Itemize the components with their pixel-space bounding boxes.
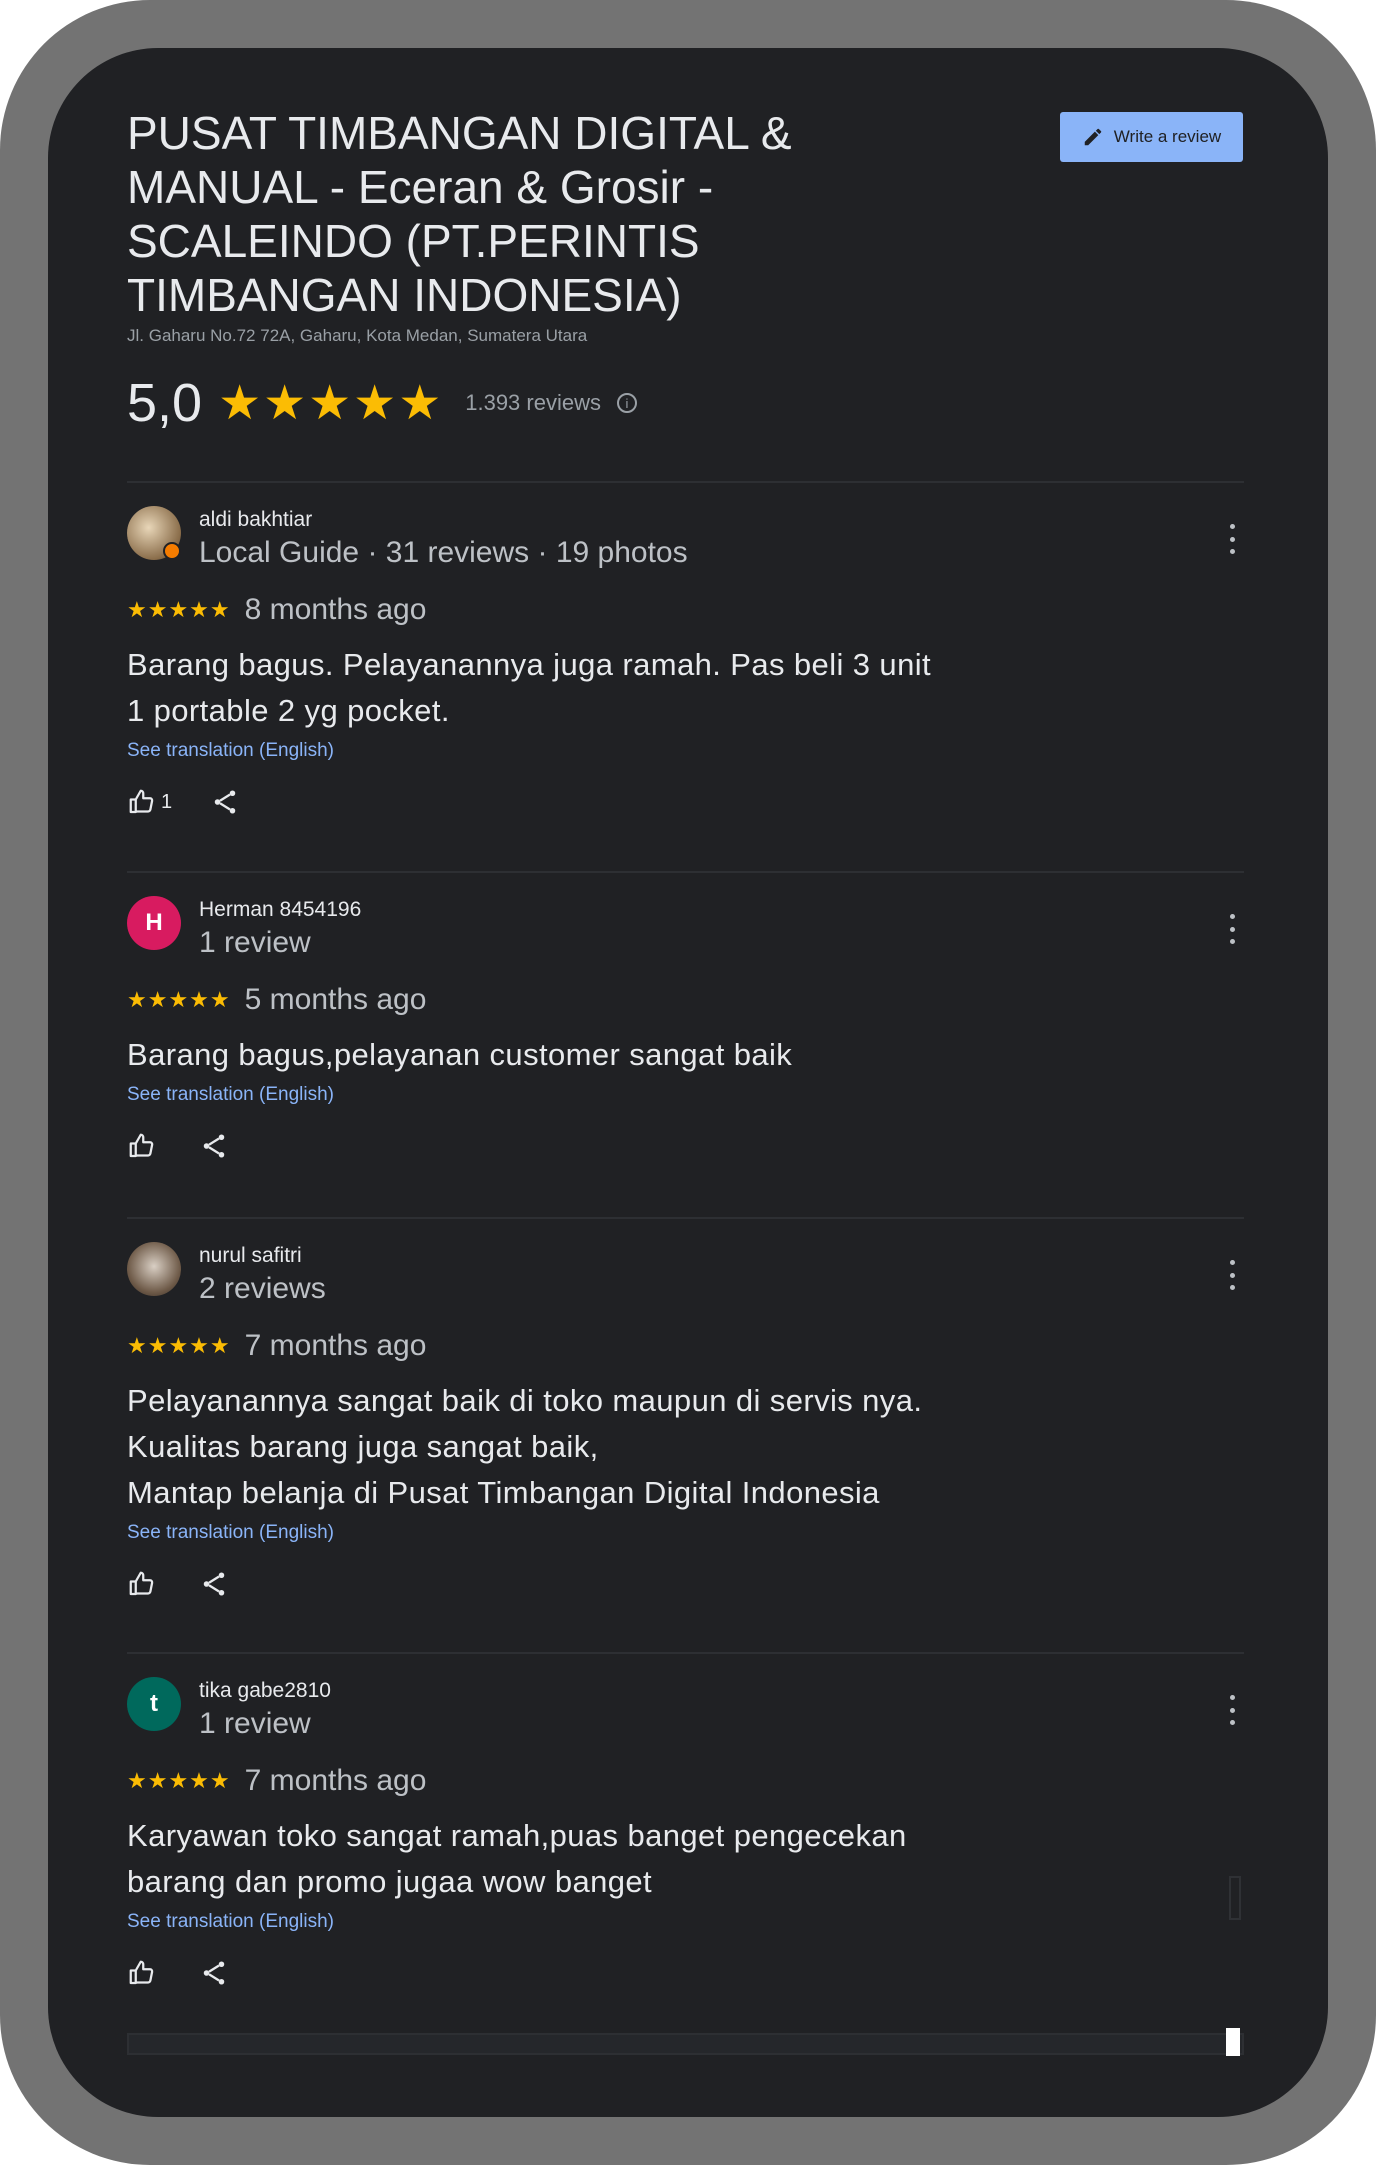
share-button[interactable] (199, 1958, 229, 1988)
review-text: Karyawan toko sangat ramah,puas banget p… (127, 1813, 1244, 1905)
pencil-icon (1084, 128, 1102, 146)
review-text-line: Barang bagus,pelayanan customer sangat b… (127, 1037, 793, 1072)
like-button[interactable] (127, 1131, 161, 1161)
reviewer-header: H Herman 8454196 1 review (127, 896, 1244, 966)
review-item: aldi bakhtiar Local Guide · 31 reviews ·… (127, 506, 1244, 820)
avatar[interactable]: H (127, 896, 181, 950)
see-translation-link[interactable]: See translation (English) (127, 1522, 334, 1544)
reviewer-header: nurul safitri 2 reviews (127, 1242, 1244, 1312)
more-options-icon[interactable] (1220, 1695, 1244, 1725)
reviewer-meta: 1 review (199, 926, 311, 959)
review-text-line: Karyawan toko sangat ramah,puas banget p… (127, 1818, 907, 1853)
divider (127, 481, 1244, 483)
like-count: 1 (161, 790, 173, 813)
review-stars: ★★★★★ (127, 597, 231, 622)
reviewer-name[interactable]: nurul safitri (199, 1244, 302, 1268)
review-stars: ★★★★★ (127, 1333, 231, 1358)
rating-summary: 5,0 ★★★★★ 1.393 reviews i (127, 368, 637, 438)
review-time: 7 months ago (244, 1764, 427, 1797)
reviewer-name[interactable]: tika gabe2810 (199, 1679, 331, 1703)
thumbs-up-icon (129, 789, 154, 814)
rating-value: 5,0 (127, 373, 203, 433)
share-button[interactable] (199, 1569, 229, 1599)
review-count[interactable]: 1.393 reviews (465, 390, 601, 416)
review-text-line: barang dan promo jugaa wow banget (127, 1864, 653, 1899)
review-text-line: Kualitas barang juga sangat baik, (127, 1429, 599, 1464)
share-icon (203, 1572, 225, 1596)
reviewer-name[interactable]: aldi bakhtiar (199, 508, 312, 532)
review-actions (127, 1566, 1244, 1602)
divider (127, 871, 1244, 873)
share-button[interactable] (210, 787, 240, 817)
see-translation-link[interactable]: See translation (English) (127, 740, 334, 762)
reviewer-name[interactable]: Herman 8454196 (199, 898, 361, 922)
review-item: t tika gabe2810 1 review ★★★★★ 7 months … (127, 1677, 1244, 1991)
divider (127, 1217, 1244, 1219)
review-stars: ★★★★★ (127, 987, 231, 1012)
reviews-panel: PUSAT TIMBANGAN DIGITAL & MANUAL - Ecera… (48, 48, 1328, 2117)
info-icon[interactable]: i (616, 393, 637, 413)
scrollbar-thumb[interactable] (1226, 2028, 1240, 2056)
reviewer-meta: 2 reviews (199, 1272, 326, 1305)
thumbs-up-icon (129, 1133, 154, 1158)
review-rating: ★★★★★ 5 months ago (127, 978, 1244, 1022)
review-rating: ★★★★★ 7 months ago (127, 1324, 1244, 1368)
vertical-scrollbar[interactable] (1229, 1876, 1241, 1920)
share-icon (203, 1961, 225, 1985)
review-time: 8 months ago (244, 593, 427, 626)
like-button[interactable] (127, 1958, 161, 1988)
review-text: Barang bagus. Pelayanannya juga ramah. P… (127, 642, 1244, 734)
avatar[interactable]: t (127, 1677, 181, 1731)
reviewer-meta: Local Guide · 31 reviews · 19 photos (199, 536, 688, 569)
reviewer-header: aldi bakhtiar Local Guide · 31 reviews ·… (127, 506, 1244, 576)
reviewer-meta: 1 review (199, 1707, 311, 1740)
reviewer-header: t tika gabe2810 1 review (127, 1677, 1244, 1747)
review-actions (127, 1955, 1244, 1991)
review-text: Pelayanannya sangat baik di toko maupun … (127, 1378, 1244, 1516)
thumbs-up-icon (129, 1571, 154, 1596)
review-rating: ★★★★★ 7 months ago (127, 1759, 1244, 1803)
see-translation-link[interactable]: See translation (English) (127, 1084, 334, 1106)
business-address: Jl. Gaharu No.72 72A, Gaharu, Kota Medan… (127, 326, 588, 345)
write-review-label: Write a review (1113, 127, 1222, 146)
more-options-icon[interactable] (1220, 524, 1244, 554)
avatar[interactable] (127, 1242, 181, 1296)
thumbs-up-icon (129, 1960, 154, 1985)
like-button[interactable] (127, 1569, 161, 1599)
local-guide-badge-icon (163, 542, 181, 560)
share-icon (203, 1134, 225, 1158)
rating-stars: ★★★★★ (218, 377, 444, 430)
review-text-line: Pelayanannya sangat baik di toko maupun … (127, 1383, 923, 1418)
review-item: H Herman 8454196 1 review ★★★★★ 5 months… (127, 896, 1244, 1164)
review-time: 5 months ago (244, 983, 427, 1016)
review-item: nurul safitri 2 reviews ★★★★★ 7 months a… (127, 1242, 1244, 1602)
review-text-line: Mantap belanja di Pusat Timbangan Digita… (127, 1475, 880, 1510)
review-text: Barang bagus,pelayanan customer sangat b… (127, 1032, 1244, 1078)
more-options-icon[interactable] (1220, 1260, 1244, 1290)
review-stars: ★★★★★ (127, 1768, 231, 1793)
like-button[interactable]: 1 (127, 787, 172, 817)
business-title: PUSAT TIMBANGAN DIGITAL & MANUAL - Ecera… (127, 107, 792, 321)
review-text-line: Barang bagus. Pelayanannya juga ramah. P… (127, 647, 932, 682)
horizontal-scrollbar[interactable] (127, 2033, 1244, 2055)
review-text-line: 1 portable 2 yg pocket. (127, 693, 450, 728)
review-rating: ★★★★★ 8 months ago (127, 588, 1244, 632)
review-time: 7 months ago (244, 1329, 427, 1362)
divider (127, 1652, 1244, 1654)
share-button[interactable] (199, 1131, 229, 1161)
review-actions (127, 1128, 1244, 1164)
device-frame: PUSAT TIMBANGAN DIGITAL & MANUAL - Ecera… (0, 0, 1376, 2165)
write-review-button[interactable]: Write a review (1060, 112, 1243, 162)
review-actions: 1 (127, 784, 1244, 820)
more-options-icon[interactable] (1220, 914, 1244, 944)
share-icon (214, 790, 236, 814)
see-translation-link[interactable]: See translation (English) (127, 1911, 334, 1933)
